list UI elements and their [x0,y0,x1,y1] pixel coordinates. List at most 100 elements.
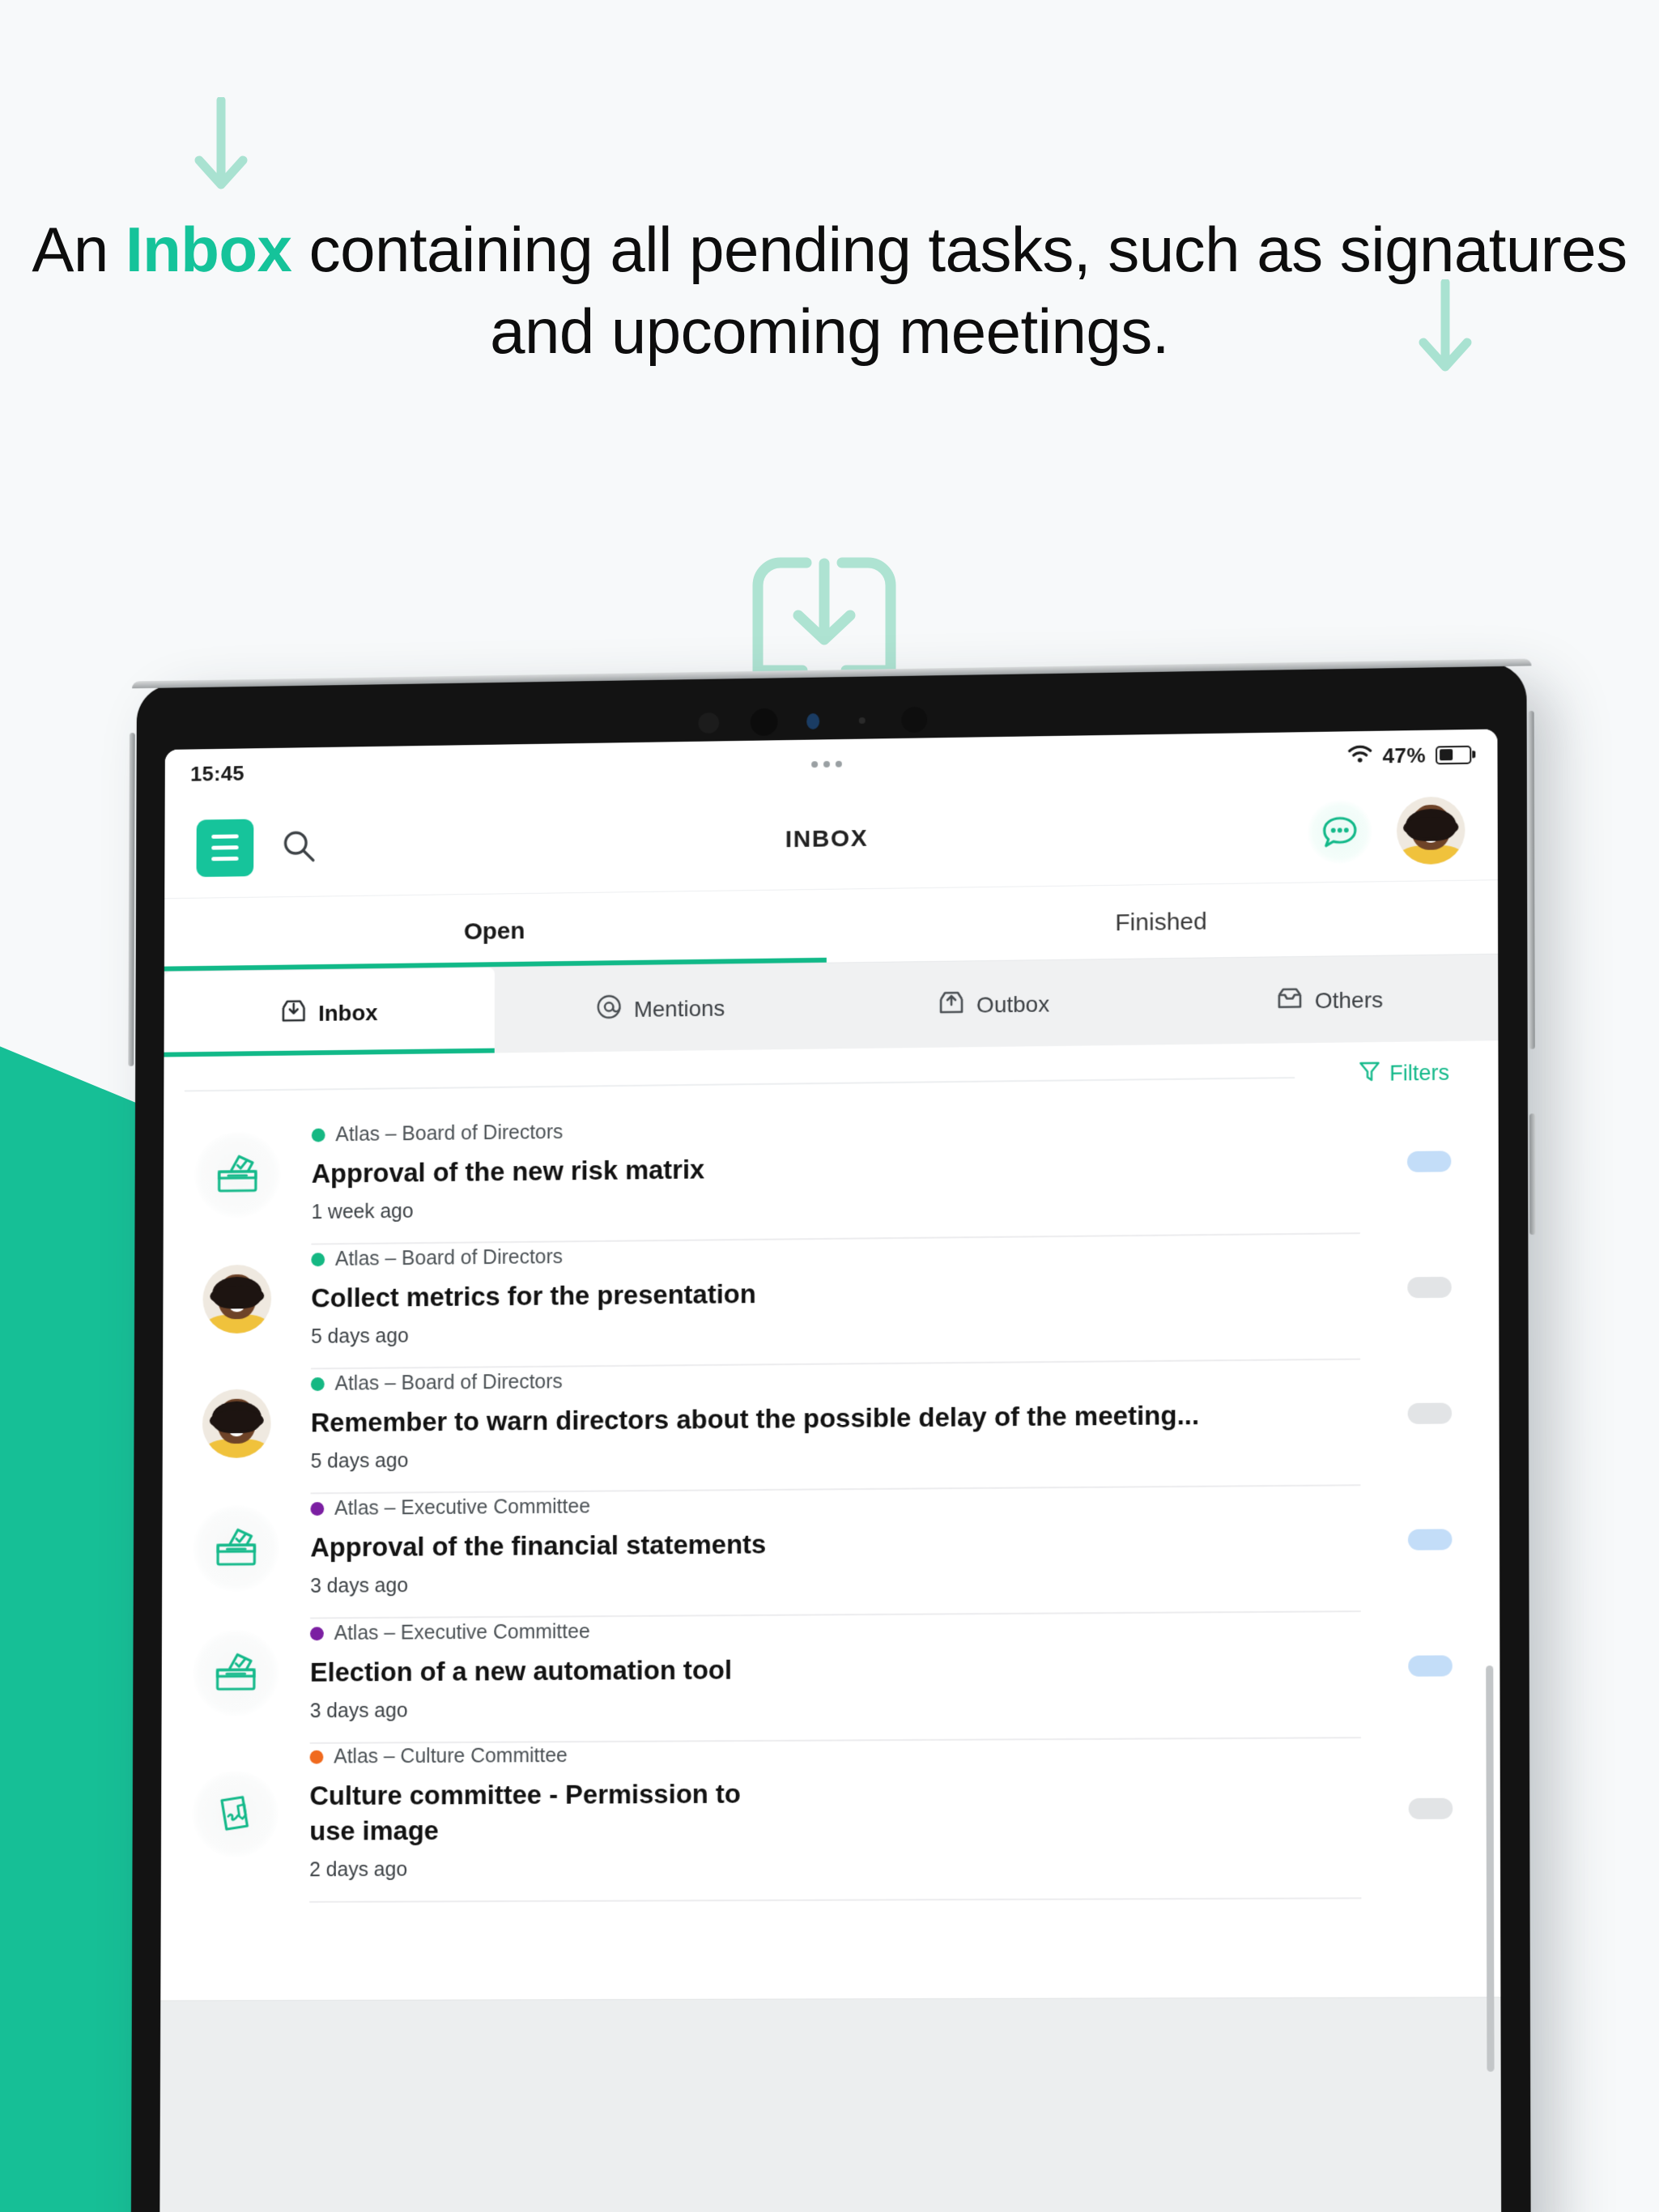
tab-mentions[interactable]: Mentions [494,963,827,1053]
task-title: Collect metrics for the presentation [311,1278,756,1313]
task-title: Approval of the financial statements [310,1529,767,1563]
committee-label: Atlas – Board of Directors [334,1245,564,1271]
avatar[interactable] [1396,795,1465,865]
status-badge[interactable] [1407,1529,1453,1551]
task-row[interactable]: Atlas – Executive Committee Election of … [161,1602,1499,1736]
tray-icon [1276,985,1304,1018]
row-leading [162,1629,310,1717]
row-leading [163,1264,311,1334]
tablet-screen: 15:45 47% INBOX Open Finished Inbox Ment… [160,729,1502,2212]
status-badge[interactable] [1407,1402,1453,1424]
task-row[interactable]: Atlas – Executive Committee Approval of … [162,1476,1499,1611]
row-committee: Atlas – Executive Committee [310,1615,1342,1645]
committee-label: Atlas – Board of Directors [335,1121,564,1146]
tab-inbox[interactable]: Inbox [164,968,495,1057]
row-committee: Atlas – Board of Directors [310,1363,1341,1396]
status-badge[interactable] [1406,1151,1452,1172]
camera-lens-icon [901,706,928,733]
task-title: Culture committee - Permission to use im… [309,1779,741,1846]
task-time: 5 days ago [311,1324,409,1348]
tab-open[interactable]: Open [164,890,827,972]
row-trailing [1361,1655,1500,1677]
hamburger-menu-icon[interactable] [196,819,254,877]
tablet-device: 15:45 47% INBOX Open Finished Inbox Ment… [128,662,1536,2212]
status-badge[interactable] [1408,1655,1453,1677]
task-row[interactable]: Atlas – Board of Directors Approval of t… [164,1098,1499,1238]
outbox-tray-icon [938,989,965,1022]
row-leading [162,1504,310,1592]
row-content: Atlas – Board of Directors Collect metri… [311,1237,1360,1348]
device-side-edge [128,733,135,1066]
search-icon[interactable] [281,828,317,866]
device-side-edge [1528,710,1535,1049]
camera-lens-icon [750,708,778,736]
tab-label: Others [1314,986,1384,1013]
row-content: Atlas – Executive Committee Election of … [310,1615,1361,1723]
row-content: Atlas – Executive Committee Approval of … [310,1489,1360,1597]
tab-others[interactable]: Others [1161,955,1498,1045]
device-side-edge [1529,1113,1536,1235]
task-time: 5 days ago [310,1448,409,1473]
status-time: 15:45 [190,760,245,786]
ballot-box-icon [194,1131,281,1219]
row-leading [161,1770,310,1858]
signature-document-icon [192,1770,279,1858]
row-content: Atlas – Board of Directors Approval of t… [312,1112,1360,1224]
filters-button[interactable]: Filters [1359,1059,1449,1088]
task-title: Remember to warn directors about the pos… [310,1400,1200,1438]
row-committee: Atlas – Executive Committee [310,1490,1341,1521]
sensor-dot [858,717,866,724]
funnel-filter-icon [1359,1060,1380,1088]
scrollbar[interactable] [1486,1665,1495,2072]
inbox-tray-icon [280,998,308,1031]
row-committee: Atlas – Culture Committee [309,1741,1342,1769]
task-row[interactable]: Atlas – Board of Directors Remember to w… [163,1350,1499,1487]
row-trailing [1361,1797,1500,1819]
row-leading [163,1389,311,1459]
status-dot [310,1377,325,1392]
row-trailing [1360,1402,1499,1424]
status-dot [309,1750,324,1765]
battery-icon [1436,745,1472,764]
task-row[interactable]: Atlas – Board of Directors Collect metri… [163,1223,1499,1362]
chat-bubble-icon[interactable] [1307,798,1372,865]
tab-label: Mentions [633,995,725,1022]
headline-before: An [32,214,125,285]
task-time: 2 days ago [309,1857,408,1881]
task-time: 3 days ago [309,1699,408,1722]
tab-outbox[interactable]: Outbox [827,959,1161,1049]
screen-bottom-area [160,1997,1502,2212]
status-center-dots [811,760,842,768]
status-dot [311,1253,325,1267]
row-committee: Atlas – Board of Directors [311,1112,1341,1146]
status-badge[interactable] [1408,1797,1453,1819]
app-title: INBOX [785,824,869,853]
row-committee: Atlas – Board of Directors [311,1238,1340,1272]
status-badge[interactable] [1407,1276,1452,1299]
row-trailing [1360,1276,1499,1299]
avatar [202,1389,271,1459]
sensor-dot [698,712,720,734]
committee-label: Atlas – Executive Committee [334,1495,590,1520]
committee-label: Atlas – Board of Directors [334,1370,563,1395]
sensor-dot [806,713,820,730]
row-trailing [1360,1151,1499,1173]
promo-page: An Inbox containing all pending tasks, s… [0,0,1659,2212]
avatar [202,1264,272,1334]
at-mention-icon [595,993,623,1027]
committee-label: Atlas – Culture Committee [334,1744,568,1768]
headline-accent: Inbox [125,214,292,285]
headline-after: containing all pending tasks, such as si… [291,214,1628,368]
tab-label: Inbox [318,999,378,1026]
task-time: 3 days ago [310,1574,408,1597]
tab-finished[interactable]: Finished [827,880,1498,963]
row-trailing [1361,1529,1500,1551]
task-title: Election of a new automation tool [309,1655,733,1687]
app-header: INBOX [164,779,1498,900]
row-content: Atlas – Culture Committee Culture commit… [309,1741,1361,1882]
task-row[interactable]: Atlas – Culture Committee Culture commit… [161,1729,1500,1893]
task-time: 1 week ago [311,1199,414,1223]
filters-label: Filters [1389,1060,1450,1086]
tab-label: Outbox [976,991,1050,1018]
row-leading [164,1131,312,1219]
